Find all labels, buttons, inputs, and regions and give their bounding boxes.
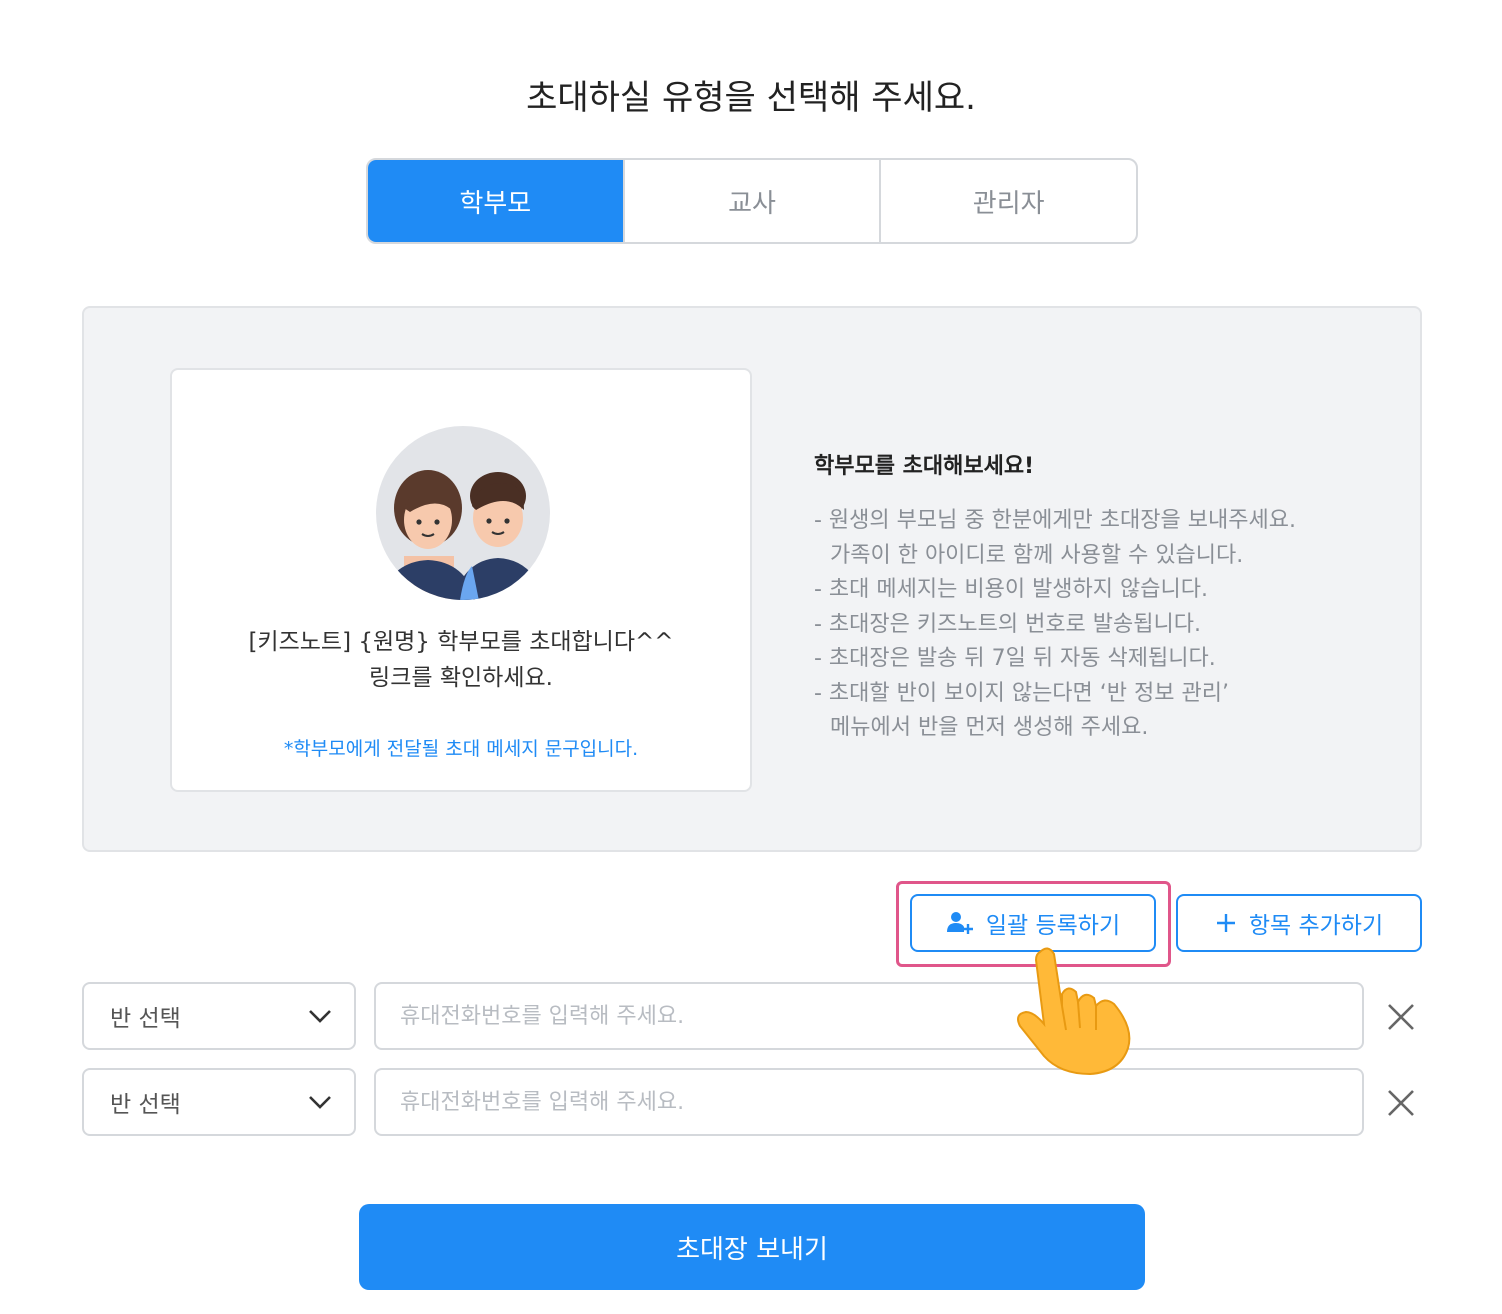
tab-admin[interactable]: 관리자 xyxy=(881,160,1136,242)
class-select-value: 반 선택 xyxy=(110,1092,181,1118)
add-item-button[interactable]: 항목 추가하기 xyxy=(1176,894,1422,952)
page-title: 초대하실 유형을 선택해 주세요. xyxy=(526,78,976,118)
invite-type-tabs: 학부모 교사 관리자 xyxy=(366,158,1138,244)
info-panel: [키즈노트] {원명} 학부모를 초대합니다^^ 링크를 확인하세요. *학부모… xyxy=(82,306,1422,852)
invite-message-text: [키즈노트] {원명} 학부모를 초대합니다^^ 링크를 확인하세요. xyxy=(172,624,750,696)
bulk-register-button[interactable]: 일괄 등록하기 xyxy=(910,894,1156,952)
chevron-down-icon xyxy=(309,1010,331,1023)
add-item-label: 항목 추가하기 xyxy=(1248,913,1384,939)
guide-item: - 초대장은 키즈노트의 번호로 발송됩니다. xyxy=(814,611,1201,637)
class-select[interactable]: 반 선택 xyxy=(82,1068,356,1136)
invite-message-line1: [키즈노트] {원명} 학부모를 초대합니다^^ xyxy=(248,629,674,655)
phone-input[interactable] xyxy=(374,982,1364,1050)
tab-teacher[interactable]: 교사 xyxy=(625,160,882,242)
user-add-icon xyxy=(946,912,973,934)
guide-item: 가족이 한 아이디로 함께 사용할 수 있습니다. xyxy=(830,542,1244,568)
guide-title: 학부모를 초대해보세요! xyxy=(814,454,1035,479)
phone-input[interactable] xyxy=(374,1068,1364,1136)
guide-item: 메뉴에서 반을 먼저 생성해 주세요. xyxy=(830,715,1149,740)
invite-row: 반 선택 xyxy=(82,982,1422,1050)
plus-icon xyxy=(1216,914,1235,932)
parents-avatar-icon xyxy=(376,426,550,600)
send-invite-button[interactable]: 초대장 보내기 xyxy=(359,1204,1145,1290)
invite-guide: 학부모를 초대해보세요! - 원생의 부모님 중 한분에게만 초대장을 보내주세… xyxy=(814,448,1394,746)
message-preview-card: [키즈노트] {원명} 학부모를 초대합니다^^ 링크를 확인하세요. *학부모… xyxy=(170,368,752,792)
tab-parent[interactable]: 학부모 xyxy=(368,160,625,242)
class-select[interactable]: 반 선택 xyxy=(82,982,356,1050)
invite-message-note: *학부모에게 전달될 초대 메세지 문구입니다. xyxy=(283,738,639,760)
invite-message-line2: 링크를 확인하세요. xyxy=(369,665,553,691)
guide-item: - 초대 메세지는 비용이 발생하지 않습니다. xyxy=(814,577,1208,602)
class-select-value: 반 선택 xyxy=(110,1006,181,1032)
close-icon[interactable] xyxy=(1380,1082,1422,1124)
bulk-register-label: 일괄 등록하기 xyxy=(985,913,1121,939)
guide-item: - 원생의 부모님 중 한분에게만 초대장을 보내주세요. xyxy=(814,508,1296,533)
invite-row: 반 선택 xyxy=(82,1068,1422,1136)
guide-item: - 초대장은 발송 뒤 7일 뒤 자동 삭제됩니다. xyxy=(814,646,1216,671)
close-icon[interactable] xyxy=(1380,996,1422,1038)
guide-item: - 초대할 반이 보이지 않는다면 ‘반 정보 관리’ xyxy=(814,680,1229,706)
chevron-down-icon xyxy=(309,1096,331,1109)
